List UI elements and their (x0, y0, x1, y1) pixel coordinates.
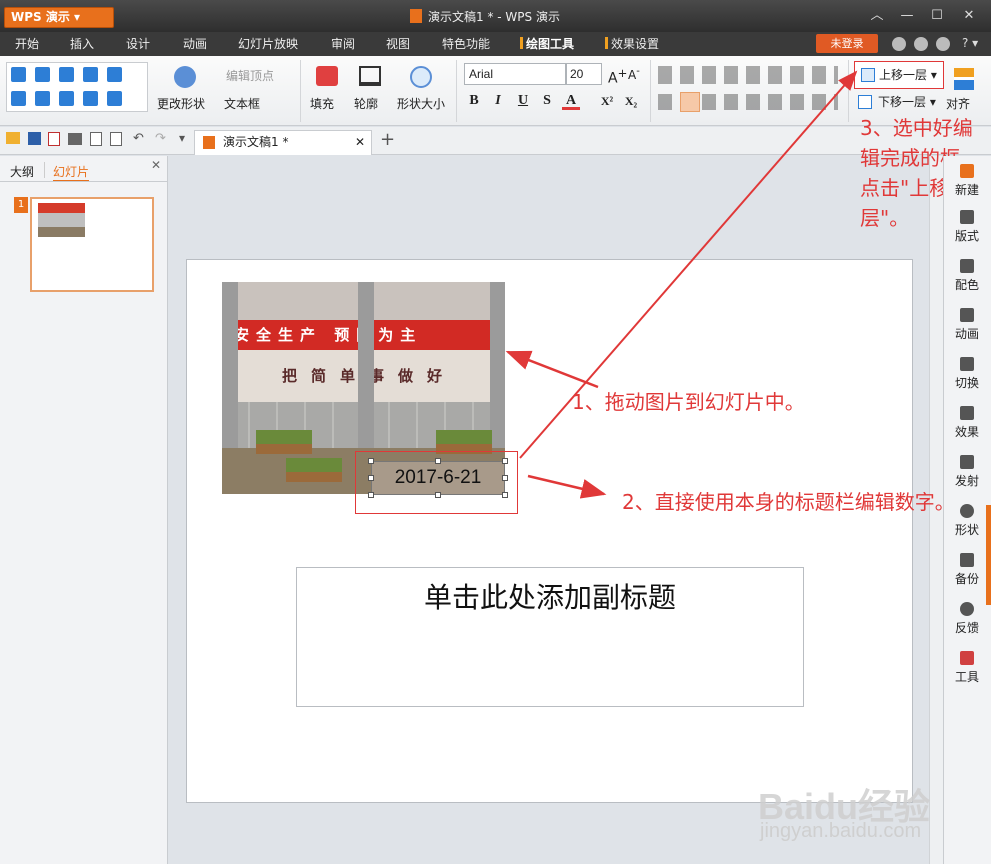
sidebar-label: 动画 (954, 327, 979, 341)
effects-icon (960, 406, 974, 420)
broadcast-icon (960, 455, 974, 469)
sidebar-shapes[interactable]: 形状 (945, 504, 989, 538)
backup-icon (960, 553, 974, 567)
arrow-step-2 (527, 474, 607, 499)
arrow-step-1 (505, 350, 599, 389)
animation-icon (960, 308, 974, 322)
sidebar-new[interactable]: 新建 (945, 164, 989, 198)
sidebar-label: 新建 (954, 183, 979, 197)
arrow-step-3 (519, 70, 858, 459)
sidebar-label: 效果 (954, 425, 979, 439)
sidebar-transition[interactable]: 切换 (945, 357, 989, 391)
new-slide-icon (960, 164, 974, 178)
sidebar-label: 工具 (954, 670, 979, 684)
watermark-url: jingyan.baidu.com (760, 820, 922, 842)
annotation-arrows (505, 70, 858, 499)
sidebar-animation[interactable]: 动画 (945, 308, 989, 342)
palette-icon (960, 259, 974, 273)
sidebar-backup[interactable]: 备份 (945, 553, 989, 587)
layout-icon (960, 210, 974, 224)
sidebar-label: 切换 (954, 376, 979, 390)
sidebar-tools[interactable]: 工具 (945, 651, 989, 685)
sidebar-color-scheme[interactable]: 配色 (945, 259, 989, 293)
transition-icon (960, 357, 974, 371)
sidebar-label: 版式 (954, 229, 979, 243)
sidebar-collapse-handle[interactable] (986, 505, 991, 605)
sidebar-effects[interactable]: 效果 (945, 406, 989, 440)
sidebar-label: 配色 (954, 278, 979, 292)
sidebar-broadcast[interactable]: 发射 (945, 455, 989, 489)
toolbox-icon (960, 651, 974, 665)
sidebar-feedback[interactable]: 反馈 (945, 602, 989, 636)
chat-bubble-icon (960, 602, 974, 616)
sidebar-label: 备份 (954, 572, 979, 586)
sidebar-layout[interactable]: 版式 (945, 210, 989, 244)
sidebar-label: 发射 (954, 474, 979, 488)
shapes-icon (960, 504, 974, 518)
sidebar-label: 形状 (954, 523, 979, 537)
sidebar-label: 反馈 (954, 621, 979, 635)
